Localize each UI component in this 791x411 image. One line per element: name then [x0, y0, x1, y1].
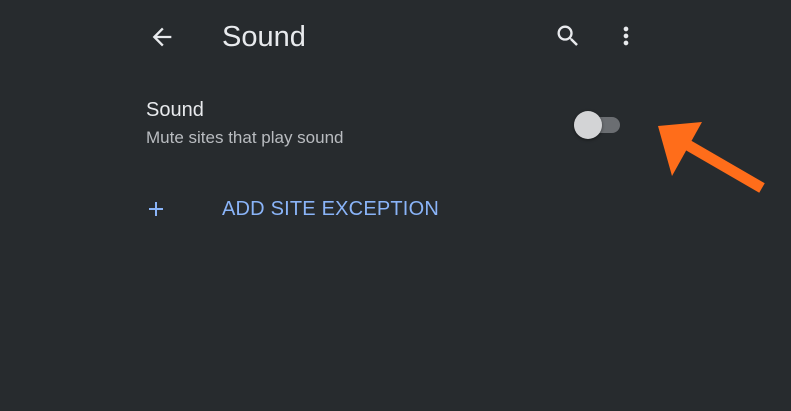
sound-toggle[interactable] [574, 110, 622, 139]
sound-setting-title: Sound [146, 99, 204, 121]
sound-setting-row[interactable]: Sound Mute sites that play sound [130, 88, 640, 164]
toggle-thumb [574, 111, 602, 139]
back-button[interactable] [142, 18, 182, 56]
add-site-exception-label: ADD SITE EXCEPTION [222, 198, 439, 220]
add-site-exception-button[interactable]: ADD SITE EXCEPTION [130, 186, 470, 232]
sound-settings-screen: Sound Sound Mute sites that play sound A… [0, 0, 791, 411]
plus-icon [149, 202, 163, 216]
search-icon [557, 25, 578, 46]
page-title: Sound [222, 21, 306, 53]
sound-setting-description: Mute sites that play sound [146, 128, 344, 147]
more-vert-icon [623, 26, 629, 46]
annotation-arrow-icon [658, 122, 765, 193]
more-options-button[interactable] [610, 16, 642, 56]
search-button[interactable] [548, 16, 588, 56]
arrow-back-icon [152, 27, 172, 47]
